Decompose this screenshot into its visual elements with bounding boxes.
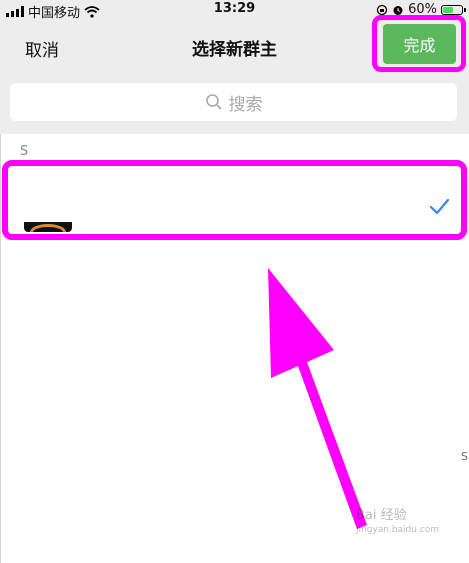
watermark: Bai 经验 jingyan.baidu.com	[356, 504, 439, 535]
alarm-icon	[393, 5, 403, 15]
watermark-url: jingyan.baidu.com	[356, 525, 440, 535]
selected-row-highlight	[2, 160, 467, 240]
search-bar[interactable]: 搜索	[10, 83, 457, 121]
section-header: S	[20, 144, 29, 159]
side-index-letter[interactable]: S	[461, 450, 468, 463]
search-icon	[205, 94, 222, 110]
done-button-highlight	[372, 15, 466, 72]
battery-fill	[443, 6, 453, 13]
battery-icon	[441, 4, 466, 15]
left-divider	[0, 134, 1, 563]
rotation-lock-icon	[376, 4, 388, 15]
search-placeholder: 搜索	[228, 94, 263, 115]
watermark-text: Bai 经验	[356, 508, 407, 523]
